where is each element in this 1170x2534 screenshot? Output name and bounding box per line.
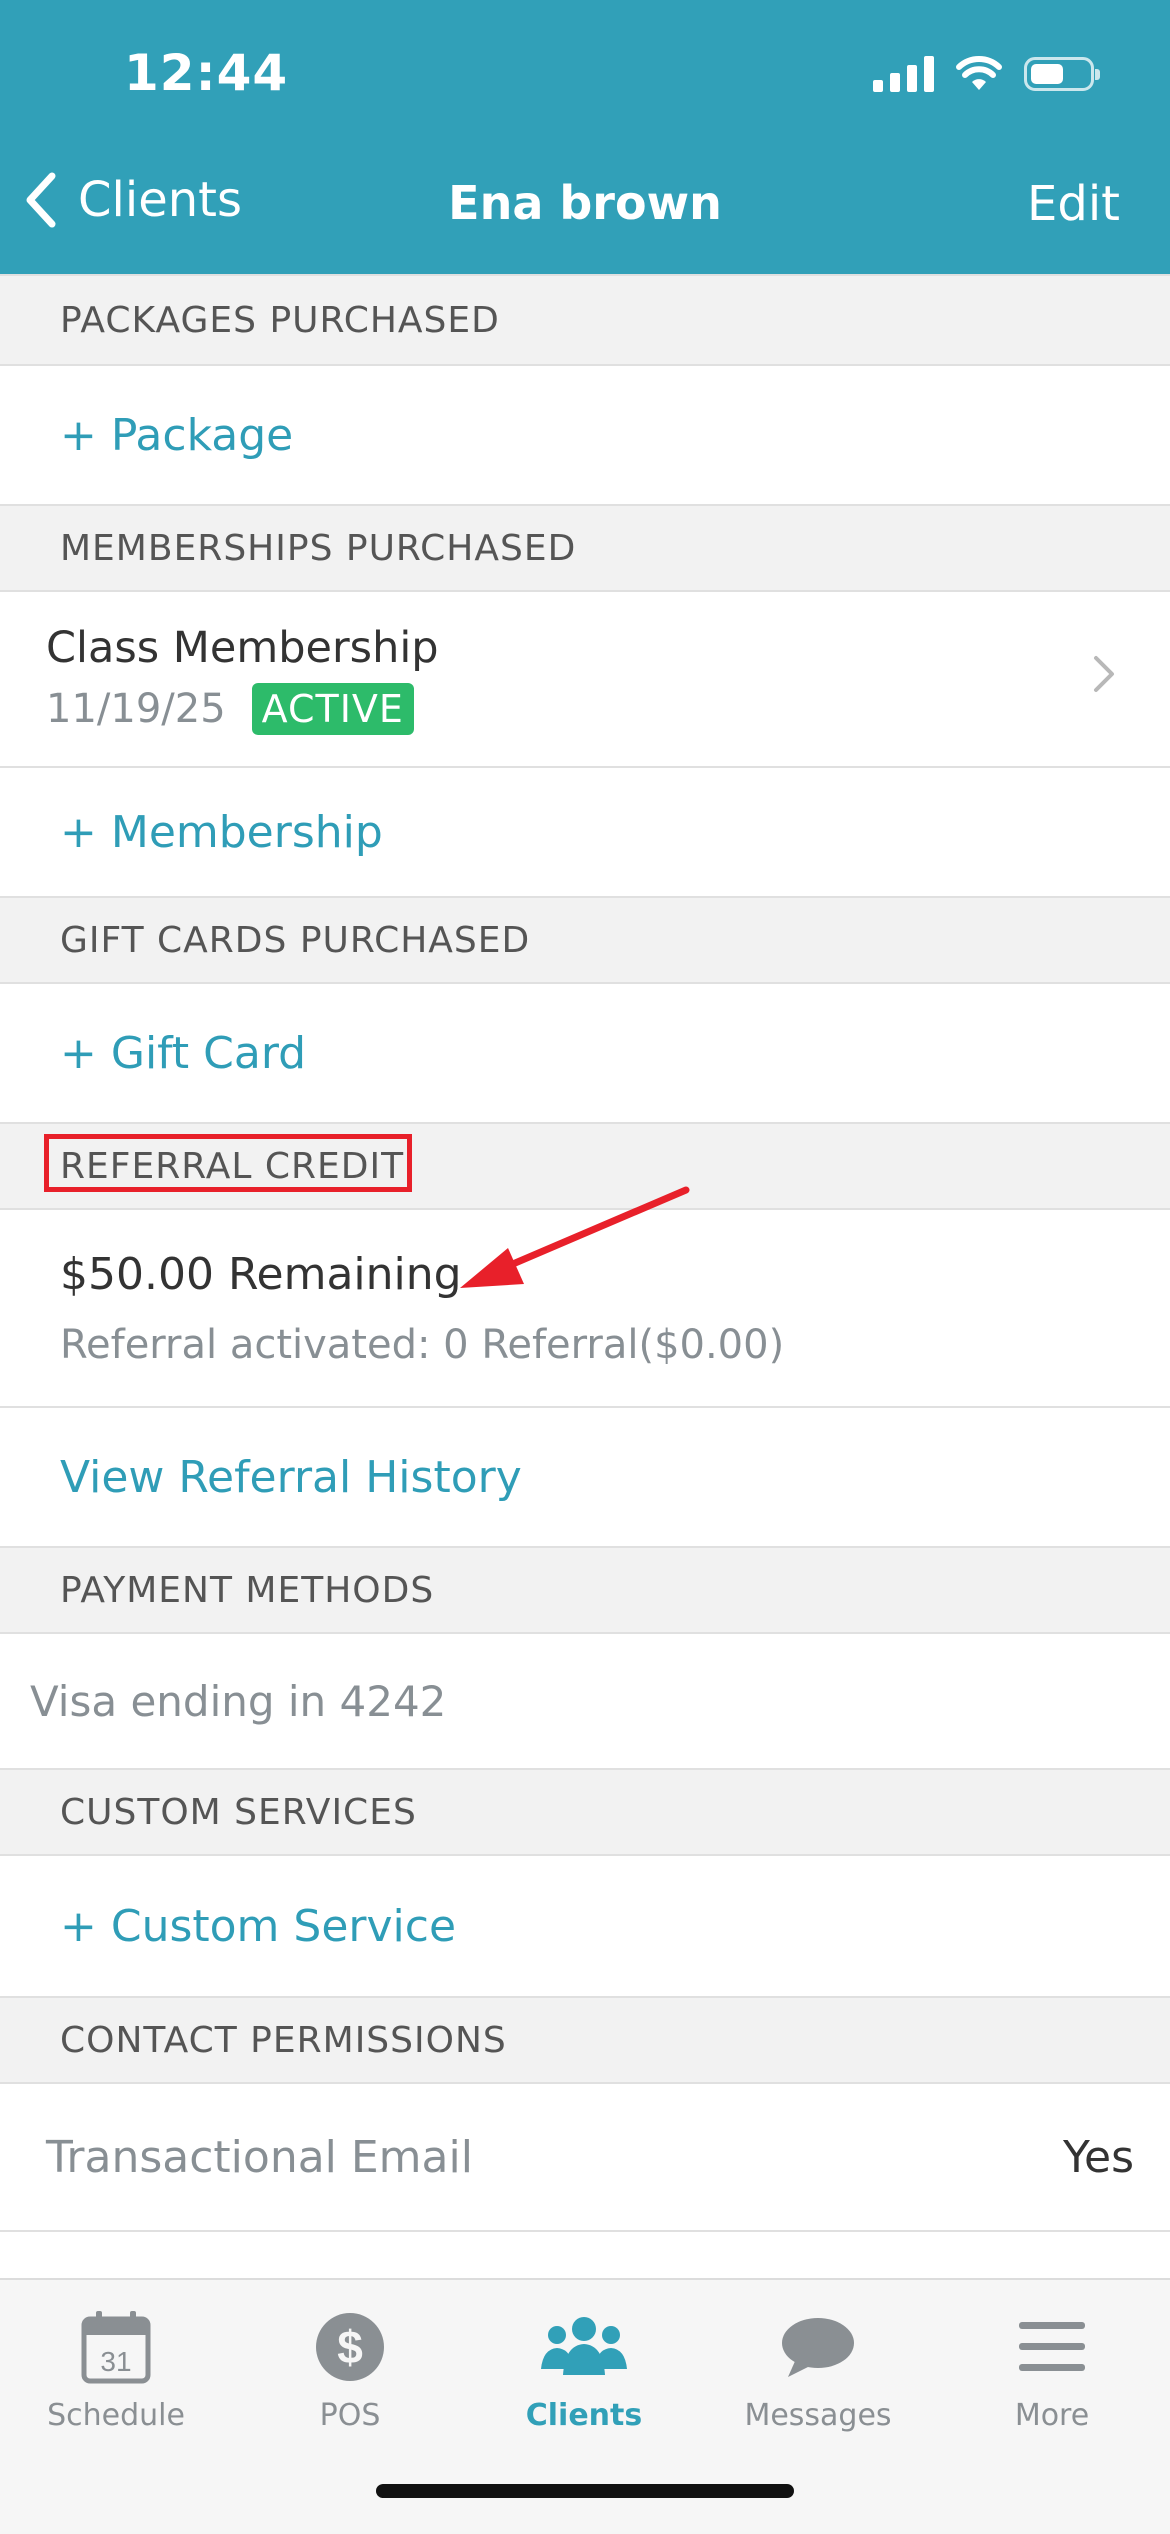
contact-permission-row[interactable]: Transactional Email Yes [0,2084,1170,2232]
annotation-highlight-box [44,1134,412,1192]
tab-clients-label: Clients [525,2398,643,2433]
tab-pos-label: POS [319,2398,381,2433]
page-title: Ena brown [448,176,722,230]
tab-more-label: More [1014,2398,1090,2433]
permission-label: Transactional Email [46,2131,473,2183]
payment-method-row[interactable]: Visa ending in 4242 [0,1634,1170,1768]
dollar-icon: $ [316,2313,384,2381]
section-header-contact: CONTACT PERMISSIONS [0,1996,1170,2084]
add-package-link[interactable]: + Package [0,410,293,461]
referral-credit-row: $50.00 Remaining Referral activated: 0 R… [0,1210,1170,1408]
calendar-day-text: 31 [100,2346,131,2377]
tab-more[interactable]: More [952,2302,1152,2433]
battery-icon [1024,57,1100,91]
add-gift-card-row[interactable]: + Gift Card [0,984,1170,1122]
payment-method-label: Visa ending in 4242 [30,1676,447,1726]
people-icon [541,2317,627,2375]
status-icons [873,56,1100,92]
section-header-referral: REFERRAL CREDIT [0,1122,1170,1210]
calendar-icon: 31 [81,2311,151,2384]
add-membership-row[interactable]: + Membership [0,766,1170,896]
section-header-payment: PAYMENT METHODS [0,1546,1170,1634]
tab-schedule-label: Schedule [47,2398,185,2433]
chat-bubble-icon [782,2318,854,2377]
status-badge: ACTIVE [251,683,414,735]
add-custom-service-row[interactable]: + Custom Service [0,1856,1170,1996]
section-header-custom-services: CUSTOM SERVICES [0,1768,1170,1856]
referral-activated: Referral activated: 0 Referral($0.00) [60,1321,785,1368]
navigation-header: 12:44 Clients Ena brown Edit [0,0,1170,274]
dollar-symbol-text: $ [337,2321,363,2373]
tab-clients[interactable]: Clients [484,2302,684,2433]
add-custom-service-link[interactable]: + Custom Service [0,1901,456,1952]
tab-messages[interactable]: Messages [718,2302,918,2433]
add-package-row[interactable]: + Package [0,366,1170,504]
tab-pos[interactable]: $ POS [250,2302,450,2433]
section-header-memberships: MEMBERSHIPS PURCHASED [0,504,1170,592]
status-time: 12:44 [124,44,289,102]
membership-row[interactable]: Class Membership 11/19/25 ACTIVE [0,592,1170,766]
referral-remaining: $50.00 Remaining [60,1248,462,1300]
cellular-signal-icon [873,56,934,92]
view-referral-history-row[interactable]: View Referral History [0,1408,1170,1546]
add-membership-link[interactable]: + Membership [0,807,383,858]
tab-messages-label: Messages [744,2398,892,2433]
membership-date: 11/19/25 [46,686,226,732]
hamburger-menu-icon [1019,2322,1085,2371]
section-header-gift-cards: GIFT CARDS PURCHASED [0,896,1170,984]
view-referral-history-link[interactable]: View Referral History [0,1452,522,1503]
edit-button[interactable]: Edit [1027,176,1120,232]
permission-value: Yes [1062,2131,1134,2183]
tab-schedule[interactable]: 31 Schedule [16,2302,216,2433]
client-detail-list: PACKAGES PURCHASED + Package MEMBERSHIPS… [0,274,1170,2232]
section-header-packages: PACKAGES PURCHASED [0,274,1170,366]
membership-name: Class Membership [46,623,439,673]
wifi-icon [956,56,1002,90]
add-gift-card-link[interactable]: + Gift Card [0,1028,306,1079]
chevron-right-icon [1094,656,1114,692]
home-indicator[interactable] [376,2484,794,2498]
